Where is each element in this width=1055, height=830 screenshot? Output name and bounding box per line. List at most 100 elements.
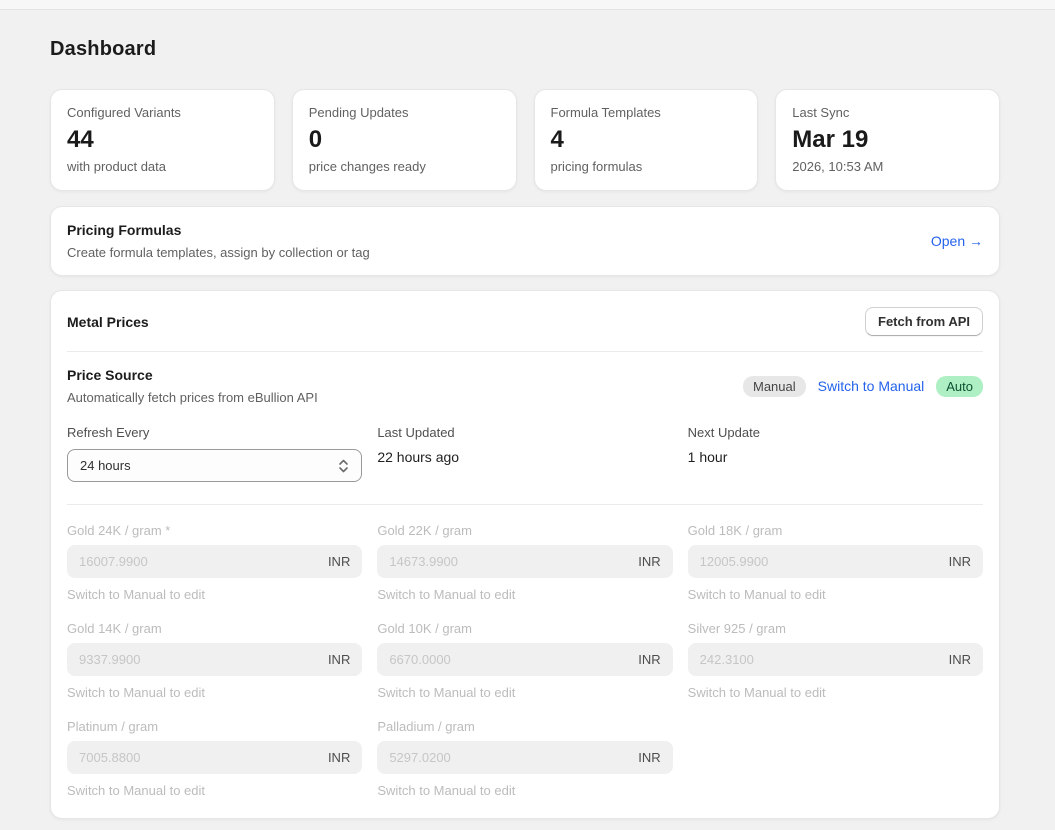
page-content: Dashboard Configured Variants 44 with pr…: [0, 38, 1055, 819]
switch-to-manual-help: Switch to Manual to edit: [67, 783, 362, 798]
stat-subtext: price changes ready: [309, 159, 500, 174]
switch-to-manual-help: Switch to Manual to edit: [688, 587, 983, 602]
price-source-text: Price Source Automatically fetch prices …: [67, 367, 318, 405]
stat-value: 44: [67, 126, 258, 154]
metal-price-field-label: Gold 10K / gram: [377, 621, 672, 636]
switch-to-manual-help: Switch to Manual to edit: [67, 587, 362, 602]
stat-label: Configured Variants: [67, 105, 258, 120]
currency-suffix: INR: [638, 652, 660, 667]
pricing-formulas-title: Pricing Formulas: [67, 222, 370, 238]
metal-prices-header: Metal Prices Fetch from API: [67, 307, 983, 336]
pricing-formulas-card: Pricing Formulas Create formula template…: [50, 206, 1000, 276]
metal-price-input[interactable]: [700, 554, 941, 569]
metal-price-field: Gold 18K / gram INR Switch to Manual to …: [688, 523, 983, 602]
stat-card: Configured Variants 44 with product data: [50, 89, 275, 191]
metal-price-field: Gold 24K / gram * INR Switch to Manual t…: [67, 523, 362, 602]
metal-price-field: Silver 925 / gram INR Switch to Manual t…: [688, 621, 983, 700]
metal-prices-title: Metal Prices: [67, 314, 149, 330]
stats-row: Configured Variants 44 with product data…: [50, 89, 1000, 191]
metal-price-fields-grid: Gold 24K / gram * INR Switch to Manual t…: [67, 523, 983, 798]
metal-price-field-label: Platinum / gram: [67, 719, 362, 734]
stat-card: Formula Templates 4 pricing formulas: [534, 89, 759, 191]
metal-price-input[interactable]: [79, 652, 320, 667]
currency-suffix: INR: [949, 652, 971, 667]
last-updated-group: Last Updated 22 hours ago: [377, 425, 672, 482]
price-source-title: Price Source: [67, 367, 318, 383]
switch-to-manual-help: Switch to Manual to edit: [688, 685, 983, 700]
metal-price-input-wrap: INR: [688, 643, 983, 676]
metal-price-input[interactable]: [700, 652, 941, 667]
refresh-interval-selected-value: 24 hours: [80, 458, 131, 473]
metal-price-input[interactable]: [389, 750, 630, 765]
divider: [67, 504, 983, 505]
stat-subtext: pricing formulas: [551, 159, 742, 174]
pricing-formulas-text: Pricing Formulas Create formula template…: [67, 222, 370, 260]
top-app-bar: [0, 0, 1055, 10]
stat-value: Mar 19: [792, 126, 983, 154]
switch-to-manual-help: Switch to Manual to edit: [377, 685, 672, 700]
metal-price-input[interactable]: [389, 652, 630, 667]
last-updated-value: 22 hours ago: [377, 449, 672, 465]
refresh-row: Refresh Every 24 hours Last Updated 22 h…: [67, 425, 983, 482]
stat-subtext: 2026, 10:53 AM: [792, 159, 983, 174]
currency-suffix: INR: [638, 554, 660, 569]
metal-price-field-label: Gold 24K / gram *: [67, 523, 362, 538]
manual-badge: Manual: [743, 376, 806, 397]
stat-label: Pending Updates: [309, 105, 500, 120]
metal-price-field: Gold 14K / gram INR Switch to Manual to …: [67, 621, 362, 700]
switch-to-manual-help: Switch to Manual to edit: [67, 685, 362, 700]
metal-price-input-wrap: INR: [67, 741, 362, 774]
metal-prices-card: Metal Prices Fetch from API Price Source…: [50, 290, 1000, 819]
stat-subtext: with product data: [67, 159, 258, 174]
stat-card: Last Sync Mar 19 2026, 10:53 AM: [775, 89, 1000, 191]
metal-price-field-label: Palladium / gram: [377, 719, 672, 734]
open-pricing-formulas-link[interactable]: Open →: [931, 233, 983, 249]
metal-price-field: Platinum / gram INR Switch to Manual to …: [67, 719, 362, 798]
currency-suffix: INR: [638, 750, 660, 765]
last-updated-label: Last Updated: [377, 425, 672, 440]
metal-price-input-wrap: INR: [377, 643, 672, 676]
currency-suffix: INR: [328, 652, 350, 667]
currency-suffix: INR: [949, 554, 971, 569]
metal-price-field-label: Silver 925 / gram: [688, 621, 983, 636]
metal-price-input-wrap: INR: [377, 741, 672, 774]
metal-price-input-wrap: INR: [688, 545, 983, 578]
page-title: Dashboard: [50, 38, 1000, 61]
currency-suffix: INR: [328, 554, 350, 569]
metal-price-input[interactable]: [79, 554, 320, 569]
metal-price-field: Palladium / gram INR Switch to Manual to…: [377, 719, 672, 798]
metal-price-field: Gold 10K / gram INR Switch to Manual to …: [377, 621, 672, 700]
switch-to-manual-help: Switch to Manual to edit: [377, 783, 672, 798]
price-source-row: Price Source Automatically fetch prices …: [67, 367, 983, 405]
metal-price-input-wrap: INR: [67, 643, 362, 676]
updown-chevron-icon: [338, 458, 349, 474]
stat-label: Last Sync: [792, 105, 983, 120]
fetch-from-api-button[interactable]: Fetch from API: [865, 307, 983, 336]
switch-to-manual-help: Switch to Manual to edit: [377, 587, 672, 602]
auto-badge: Auto: [936, 376, 983, 397]
switch-to-manual-link[interactable]: Switch to Manual: [818, 378, 925, 394]
next-update-group: Next Update 1 hour: [688, 425, 983, 482]
price-source-controls: Manual Switch to Manual Auto: [743, 376, 983, 397]
refresh-every-label: Refresh Every: [67, 425, 362, 440]
metal-price-input[interactable]: [389, 554, 630, 569]
next-update-label: Next Update: [688, 425, 983, 440]
metal-price-field-label: Gold 18K / gram: [688, 523, 983, 538]
price-source-subtitle: Automatically fetch prices from eBullion…: [67, 390, 318, 405]
metal-price-field-label: Gold 14K / gram: [67, 621, 362, 636]
metal-price-field-label: Gold 22K / gram: [377, 523, 672, 538]
metal-price-input[interactable]: [79, 750, 320, 765]
refresh-every-group: Refresh Every 24 hours: [67, 425, 362, 482]
next-update-value: 1 hour: [688, 449, 983, 465]
metal-price-field: Gold 22K / gram INR Switch to Manual to …: [377, 523, 672, 602]
stat-card: Pending Updates 0 price changes ready: [292, 89, 517, 191]
pricing-formulas-subtitle: Create formula templates, assign by coll…: [67, 245, 370, 260]
refresh-interval-select[interactable]: 24 hours: [67, 449, 362, 482]
stat-label: Formula Templates: [551, 105, 742, 120]
currency-suffix: INR: [328, 750, 350, 765]
stat-value: 4: [551, 126, 742, 154]
divider: [67, 351, 983, 352]
stat-value: 0: [309, 126, 500, 154]
metal-price-input-wrap: INR: [377, 545, 672, 578]
metal-price-input-wrap: INR: [67, 545, 362, 578]
